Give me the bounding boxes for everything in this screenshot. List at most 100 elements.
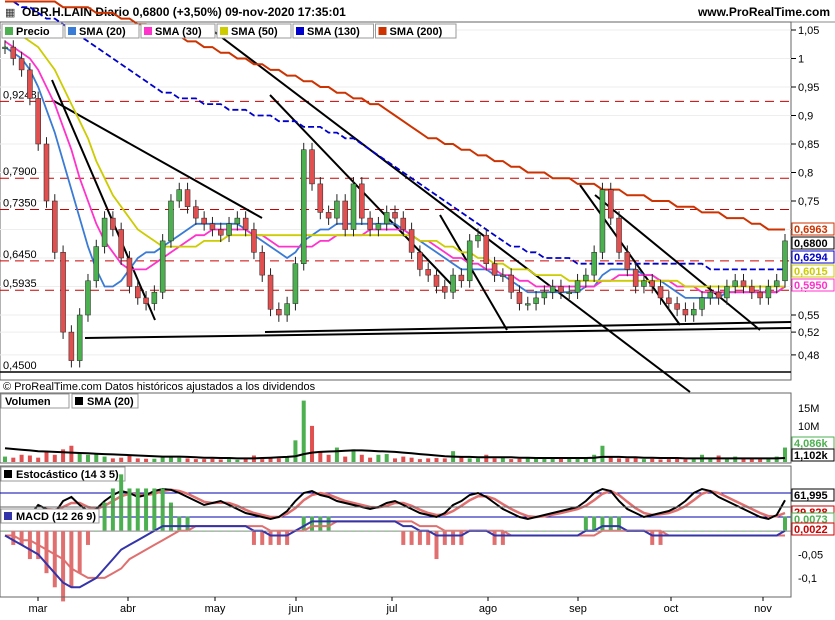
volume-bar bbox=[110, 458, 115, 462]
candle-body bbox=[367, 217, 373, 230]
volume-bar bbox=[401, 456, 406, 462]
price-tick-label: 0,75 bbox=[798, 196, 819, 208]
candle-body bbox=[500, 274, 506, 277]
candle-body bbox=[251, 229, 257, 253]
candle-body bbox=[126, 257, 133, 287]
stoch-legend-swatch bbox=[4, 470, 12, 478]
stock-chart: ▦ OBR.H.LAIN Diario 0,6800 (+3,50%) 09-n… bbox=[0, 0, 835, 615]
candle-body bbox=[408, 229, 415, 253]
candle-body bbox=[749, 286, 755, 293]
candle-body bbox=[657, 286, 664, 299]
price-last-values: 0,6963 0,6800 0,6294 0,6015 0,5950 bbox=[791, 222, 835, 292]
macd-histogram-bar bbox=[500, 530, 505, 545]
volume-bar bbox=[310, 425, 315, 462]
legend-label: SMA (50) bbox=[231, 26, 278, 38]
macd-histogram-bar bbox=[426, 530, 431, 545]
candle-body bbox=[574, 280, 581, 293]
price-tick-label: 0,52 bbox=[798, 327, 819, 339]
candle-body bbox=[342, 200, 348, 230]
candle-body bbox=[10, 46, 17, 59]
candle-body bbox=[383, 212, 390, 225]
volume-bar bbox=[409, 457, 414, 462]
macd-histogram-bar bbox=[608, 516, 613, 531]
candle-body bbox=[193, 206, 199, 219]
legend-swatch bbox=[68, 27, 76, 35]
price-badge-label: 0,6015 bbox=[794, 266, 828, 278]
volume-bar bbox=[625, 458, 630, 462]
candle-body bbox=[151, 291, 158, 304]
volume-bar bbox=[326, 454, 331, 462]
macd-histogram-bar bbox=[177, 516, 182, 531]
candle-body bbox=[135, 286, 141, 299]
price-tick-label: 0,95 bbox=[798, 82, 819, 94]
candle-body bbox=[392, 212, 398, 219]
candle-body bbox=[632, 269, 639, 287]
macd-histogram-bar bbox=[401, 530, 406, 545]
volume-bar bbox=[600, 445, 605, 462]
volume-bar bbox=[3, 456, 7, 462]
candle-body bbox=[715, 291, 722, 299]
volume-bar bbox=[152, 458, 157, 462]
candle-body bbox=[209, 223, 216, 230]
candle-body bbox=[184, 189, 191, 207]
macd-histogram-bar bbox=[492, 530, 497, 545]
stoch-badge-label: 61,995 bbox=[794, 490, 828, 502]
month-label: jul bbox=[385, 603, 397, 615]
candle-body bbox=[450, 274, 456, 293]
volume-bar bbox=[658, 459, 663, 462]
macd-histogram-bar bbox=[301, 516, 306, 531]
volume-bar bbox=[227, 459, 232, 462]
header-chart-icon: ▦ bbox=[5, 7, 15, 19]
macd-histogram-bar bbox=[658, 530, 663, 545]
volume-bar bbox=[177, 457, 182, 462]
macd-histogram-bar bbox=[260, 530, 265, 545]
volume-tick-label: 15M bbox=[798, 403, 819, 415]
macd-histogram-bar bbox=[310, 516, 315, 531]
macd-histogram-bar bbox=[592, 516, 597, 531]
month-label: jun bbox=[288, 603, 304, 615]
macd-histogram-bar bbox=[318, 516, 323, 531]
candle-body bbox=[234, 217, 241, 225]
candle-body bbox=[649, 280, 655, 287]
volume-bar bbox=[683, 459, 688, 462]
candle-body bbox=[359, 183, 365, 219]
macd-histogram-bar bbox=[127, 488, 132, 531]
price-badge-label: 0,6294 bbox=[794, 252, 829, 264]
candle-body bbox=[35, 98, 41, 145]
volume-bar bbox=[193, 459, 198, 462]
legend-swatch bbox=[144, 27, 152, 35]
macd-histogram-bar bbox=[135, 488, 140, 531]
macd-histogram-bar bbox=[61, 530, 66, 602]
price-tick-label: 0,85 bbox=[798, 139, 819, 151]
candle-body bbox=[475, 234, 481, 242]
candle-body bbox=[525, 303, 531, 306]
candle-body bbox=[508, 274, 514, 293]
macd-badge-label: 0,0022 bbox=[794, 524, 828, 536]
level-label: 0,5935 bbox=[3, 278, 37, 290]
month-label: abr bbox=[120, 603, 136, 615]
candle-body bbox=[242, 217, 249, 230]
website-label[interactable]: www.ProRealTime.com bbox=[697, 5, 830, 19]
candle-body bbox=[558, 286, 564, 293]
candle-body bbox=[765, 286, 772, 299]
candle-body bbox=[68, 331, 75, 361]
macd-histogram-bar bbox=[459, 530, 464, 545]
macd-histogram-bar bbox=[27, 530, 32, 560]
candle-body bbox=[699, 297, 705, 310]
volume-bar bbox=[102, 456, 107, 462]
volume-bar bbox=[218, 459, 223, 462]
month-axis: mar abr may jun jul ago sep oct nov bbox=[29, 597, 772, 615]
candle-body bbox=[740, 280, 747, 287]
candle-body bbox=[317, 183, 324, 213]
candle-body bbox=[442, 286, 448, 293]
price-tick-label: 0,9 bbox=[798, 111, 813, 123]
candle-body bbox=[707, 291, 714, 299]
volume-bar bbox=[724, 459, 729, 462]
volume-bar bbox=[492, 458, 497, 462]
volume-bar bbox=[434, 458, 439, 462]
macd-histogram-bar bbox=[110, 488, 115, 531]
volume-bar bbox=[77, 452, 82, 462]
volume-bar bbox=[666, 459, 671, 462]
candle-body bbox=[516, 291, 523, 304]
legend-label: SMA (30) bbox=[155, 26, 202, 38]
